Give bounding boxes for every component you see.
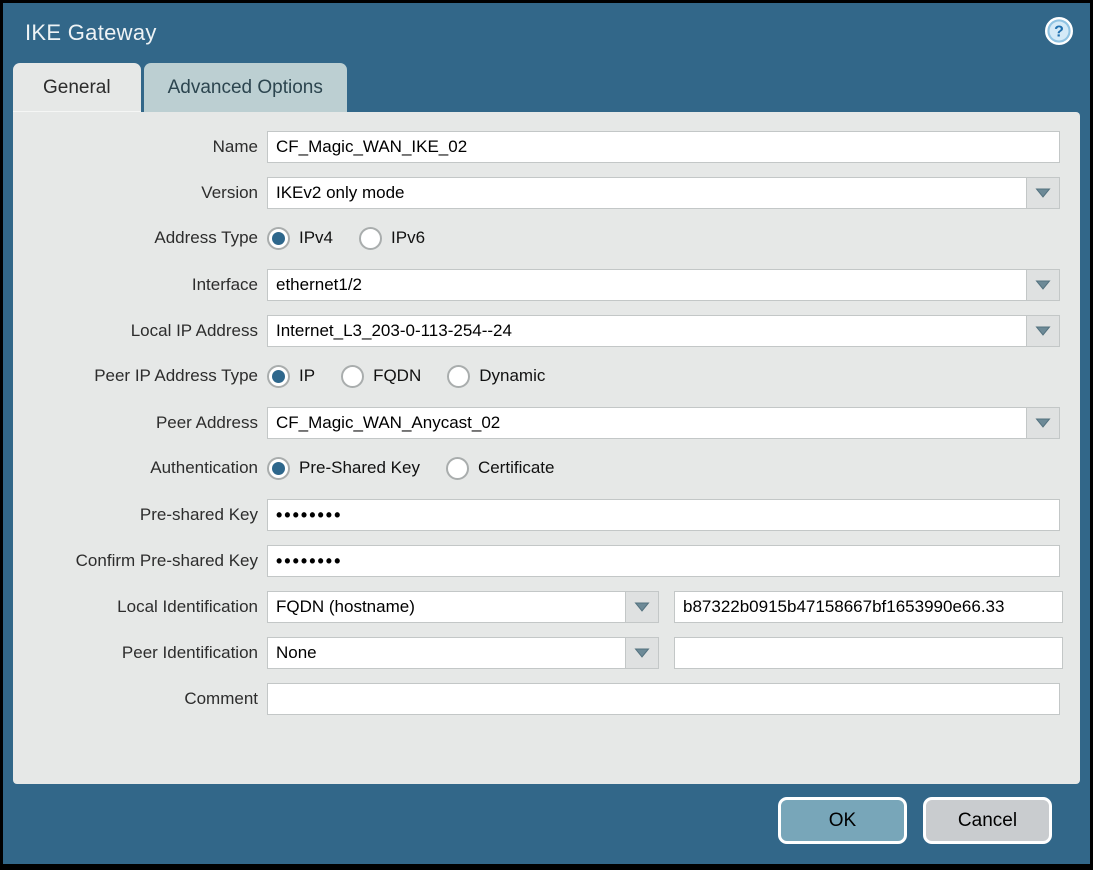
peer-ip-type-row: Peer IP Address Type IP FQDN Dynamic bbox=[13, 361, 1060, 391]
radio-ipv4-circle bbox=[267, 227, 290, 250]
radio-certificate-label: Certificate bbox=[478, 458, 555, 478]
tab-advanced-options[interactable]: Advanced Options bbox=[144, 63, 347, 112]
dialog-footer: OK Cancel bbox=[3, 797, 1090, 844]
chevron-down-icon bbox=[634, 601, 650, 613]
comment-label: Comment bbox=[13, 689, 258, 709]
local-ip-input[interactable] bbox=[267, 315, 1026, 347]
peer-identification-type-input[interactable] bbox=[267, 637, 625, 669]
radio-peer-fqdn[interactable]: FQDN bbox=[341, 365, 421, 388]
radio-ipv6-circle bbox=[359, 227, 382, 250]
comment-input[interactable] bbox=[267, 683, 1060, 715]
cancel-button[interactable]: Cancel bbox=[923, 797, 1052, 844]
version-input[interactable] bbox=[267, 177, 1026, 209]
help-icon[interactable]: ? bbox=[1044, 16, 1074, 46]
local-ip-label: Local IP Address bbox=[13, 321, 258, 341]
chevron-down-icon bbox=[1035, 279, 1051, 291]
local-identification-row: Local Identification bbox=[13, 591, 1060, 623]
address-type-label: Address Type bbox=[13, 228, 258, 248]
authentication-row: Authentication Pre-Shared Key Certificat… bbox=[13, 453, 1060, 483]
peer-identification-dropdown-button[interactable] bbox=[625, 637, 659, 669]
tab-bar: General Advanced Options bbox=[3, 63, 1090, 112]
confirm-pre-shared-key-label: Confirm Pre-shared Key bbox=[13, 551, 258, 571]
peer-ip-type-label: Peer IP Address Type bbox=[13, 366, 258, 386]
peer-identification-value-input[interactable] bbox=[674, 637, 1063, 669]
authentication-label: Authentication bbox=[13, 458, 258, 478]
dialog-titlebar: IKE Gateway ? bbox=[3, 3, 1090, 63]
address-type-row: Address Type IPv4 IPv6 bbox=[13, 223, 1060, 253]
local-identification-label: Local Identification bbox=[13, 597, 258, 617]
comment-row: Comment bbox=[13, 683, 1060, 715]
interface-dropdown-button[interactable] bbox=[1026, 269, 1060, 301]
chevron-down-icon bbox=[1035, 187, 1051, 199]
peer-address-input[interactable] bbox=[267, 407, 1026, 439]
tab-general-label: General bbox=[43, 77, 111, 99]
ok-button[interactable]: OK bbox=[778, 797, 907, 844]
radio-ipv6[interactable]: IPv6 bbox=[359, 227, 425, 250]
dialog-title: IKE Gateway bbox=[25, 20, 157, 46]
interface-label: Interface bbox=[13, 275, 258, 295]
radio-peer-dynamic[interactable]: Dynamic bbox=[447, 365, 545, 388]
general-tab-panel: Name Version Address Type bbox=[13, 112, 1080, 784]
local-identification-dropdown-button[interactable] bbox=[625, 591, 659, 623]
radio-ipv4-label: IPv4 bbox=[299, 228, 333, 248]
version-dropdown-button[interactable] bbox=[1026, 177, 1060, 209]
version-row: Version bbox=[13, 177, 1060, 209]
chevron-down-icon bbox=[634, 647, 650, 659]
local-ip-row: Local IP Address bbox=[13, 315, 1060, 347]
peer-address-row: Peer Address bbox=[13, 407, 1060, 439]
pre-shared-key-input[interactable] bbox=[267, 499, 1060, 531]
peer-identification-label: Peer Identification bbox=[13, 643, 258, 663]
name-input[interactable] bbox=[267, 131, 1060, 163]
radio-pre-shared-key-circle bbox=[267, 457, 290, 480]
interface-row: Interface bbox=[13, 269, 1060, 301]
radio-certificate[interactable]: Certificate bbox=[446, 457, 555, 480]
confirm-pre-shared-key-input[interactable] bbox=[267, 545, 1060, 577]
chevron-down-icon bbox=[1035, 417, 1051, 429]
radio-pre-shared-key[interactable]: Pre-Shared Key bbox=[267, 457, 420, 480]
version-label: Version bbox=[13, 183, 258, 203]
pre-shared-key-row: Pre-shared Key bbox=[13, 499, 1060, 531]
radio-ipv4[interactable]: IPv4 bbox=[267, 227, 333, 250]
radio-peer-dynamic-label: Dynamic bbox=[479, 366, 545, 386]
confirm-pre-shared-key-row: Confirm Pre-shared Key bbox=[13, 545, 1060, 577]
interface-input[interactable] bbox=[267, 269, 1026, 301]
pre-shared-key-label: Pre-shared Key bbox=[13, 505, 258, 525]
radio-peer-ip[interactable]: IP bbox=[267, 365, 315, 388]
peer-address-dropdown-button[interactable] bbox=[1026, 407, 1060, 439]
svg-text:?: ? bbox=[1054, 24, 1064, 41]
chevron-down-icon bbox=[1035, 325, 1051, 337]
radio-peer-fqdn-circle bbox=[341, 365, 364, 388]
radio-peer-fqdn-label: FQDN bbox=[373, 366, 421, 386]
radio-peer-ip-circle bbox=[267, 365, 290, 388]
peer-identification-row: Peer Identification bbox=[13, 637, 1060, 669]
local-identification-value-input[interactable] bbox=[674, 591, 1063, 623]
name-row: Name bbox=[13, 131, 1060, 163]
local-identification-type-input[interactable] bbox=[267, 591, 625, 623]
radio-peer-ip-label: IP bbox=[299, 366, 315, 386]
ike-gateway-dialog: IKE Gateway ? General Advanced Options N… bbox=[0, 0, 1093, 870]
local-ip-dropdown-button[interactable] bbox=[1026, 315, 1060, 347]
radio-certificate-circle bbox=[446, 457, 469, 480]
radio-peer-dynamic-circle bbox=[447, 365, 470, 388]
radio-pre-shared-key-label: Pre-Shared Key bbox=[299, 458, 420, 478]
name-label: Name bbox=[13, 137, 258, 157]
tab-advanced-options-label: Advanced Options bbox=[168, 77, 323, 99]
radio-ipv6-label: IPv6 bbox=[391, 228, 425, 248]
tab-general[interactable]: General bbox=[13, 63, 141, 112]
peer-address-label: Peer Address bbox=[13, 413, 258, 433]
